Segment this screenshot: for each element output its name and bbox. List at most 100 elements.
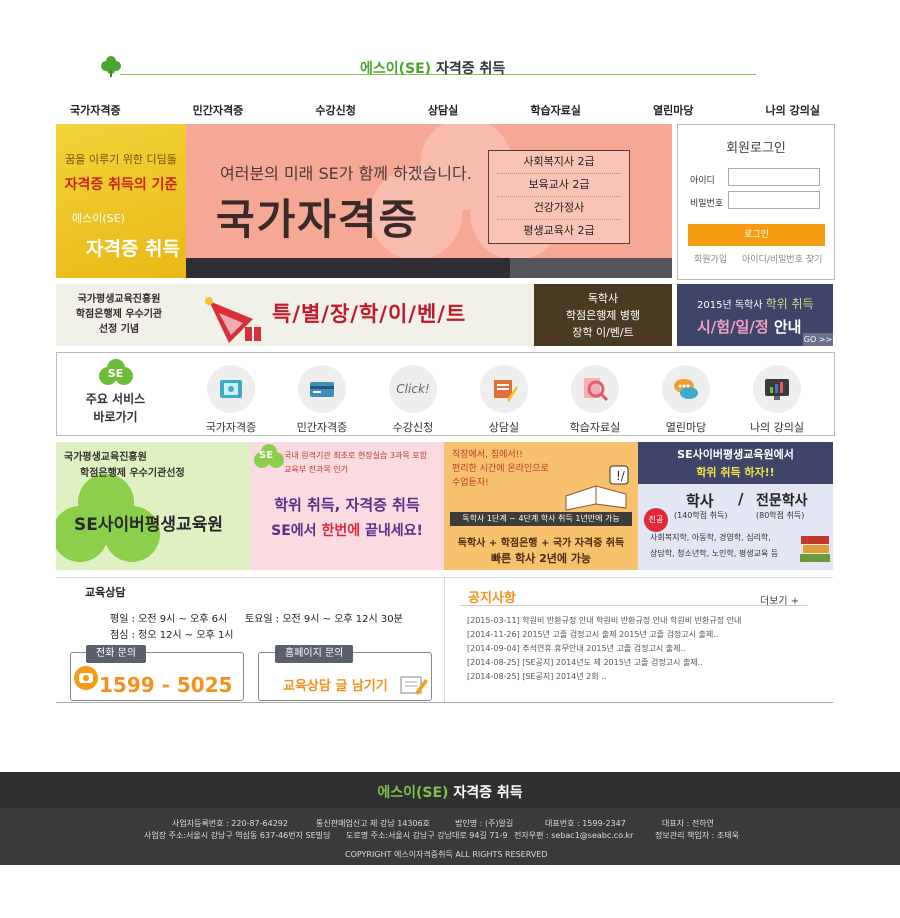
login-button[interactable]: 로그인 — [688, 224, 825, 246]
services-title-line1: 주요 서비스 — [85, 392, 146, 406]
cyber-banner-line1: 국가평생교육진흥원 — [64, 452, 147, 463]
cyber-institute-banner[interactable]: 국가평생교육진흥원 학점은행제 우수기관선정 SE사이버평생교육원 — [56, 442, 250, 570]
service-label: 민간자격증 — [296, 421, 348, 434]
card-icon — [298, 365, 346, 413]
service-forum[interactable]: 열린마당 — [646, 365, 726, 435]
find-account-link[interactable]: 아이디/비밀번호 찾기 — [742, 252, 822, 265]
self-study-handwriting: 직장에서, 집에서!! 편리한 시간에 온라인으로 수업듣자! — [452, 448, 549, 490]
nav-item-my-classroom[interactable]: 나의 강의실 — [752, 102, 834, 118]
section-divider — [56, 702, 833, 703]
brand-suffix: 자격증 취득 — [435, 61, 506, 77]
exam-banner-line1: 2015년 독학사 학위 취득 — [697, 295, 814, 312]
service-national-cert[interactable]: 국가자격증 — [191, 365, 271, 435]
hero-slide-tab[interactable] — [510, 258, 672, 278]
hero-cert-item[interactable]: 건강가정사 — [497, 197, 621, 220]
footer-brand-suffix: 자격증 취득 — [453, 785, 523, 801]
footer-brand: 에스이(SE) 자격증 취득 — [0, 782, 900, 802]
service-private-cert[interactable]: 민간자격증 — [282, 365, 362, 435]
major-banner-top1: SE사이버평생교육원에서 — [677, 448, 794, 461]
promo-event-title: 특/별/장/학/이/벤/트 — [272, 302, 467, 326]
form-write-icon — [400, 676, 428, 695]
hero-slide-tab[interactable] — [186, 258, 348, 278]
svg-text:!/: !/ — [616, 469, 626, 483]
chart-monitor-icon — [753, 365, 801, 413]
footer-privacy-officer: 정보관리 책임자 : 조태욱 — [655, 831, 739, 840]
self-study-title1: 독학사 + 학점은행 + 국가 자격증 취득 — [457, 538, 625, 549]
service-my-classroom[interactable]: 나의 강의실 — [737, 365, 817, 435]
brand-title[interactable]: 에스이(SE) 자격증 취득 — [360, 58, 505, 78]
degree-banner-line1: 국내 원격기관 최초로 현장실습 3과목 포함 — [284, 451, 427, 460]
notice-item[interactable]: [2015-03-11] 학원비 반환규정 안내 학원비 반환규정 안내 학원비… — [467, 614, 807, 628]
nav-item-enroll[interactable]: 수강신청 — [301, 102, 369, 118]
notice-item[interactable]: [2014-08-25] [SE공지] 2014년도 제 2015년 고졸 검정… — [467, 656, 807, 670]
footer-mail-order: 통신판매업신고 제 강남 14306호 — [316, 819, 431, 828]
major-badge: 전공 — [644, 508, 668, 532]
book-icon — [207, 365, 255, 413]
service-counsel[interactable]: 상담실 — [464, 365, 544, 435]
notice-underline — [460, 605, 808, 606]
service-label: 학습자료실 — [569, 421, 621, 434]
footer-tel: 대표번호 : 1599-2347 — [545, 819, 626, 828]
web-inquiry-tag: 홈페이지 문의 — [275, 645, 354, 663]
go-button[interactable]: GO >> — [803, 333, 833, 346]
hero-cert-item[interactable]: 보육교사 2급 — [497, 174, 621, 197]
nav-item-forum[interactable]: 열린마당 — [639, 102, 707, 118]
service-enroll[interactable]: Click! 수강신청 — [373, 365, 453, 435]
nav-item-private[interactable]: 민간자격증 — [179, 102, 258, 118]
degree-cert-banner[interactable]: SE 국내 원격기관 최초로 현장실습 3과목 포함 교육부 전과목 인가 학위… — [250, 442, 444, 570]
books-stack-icon — [800, 536, 830, 562]
self-study-banner[interactable]: 직장에서, 집에서!! 편리한 시간에 온라인으로 수업듣자! !/ 독학사 1… — [444, 442, 638, 570]
click-icon: Click! — [389, 365, 437, 413]
associate-label: 전문학사 — [756, 493, 808, 509]
notice-item[interactable]: [2014-09-04] 추석연휴 휴무안내 2015년 고졸 검정고시 출제.… — [467, 642, 807, 656]
major-banner-top2: 학위 취득 하자!! — [696, 466, 775, 479]
service-materials[interactable]: 학습자료실 — [555, 365, 635, 435]
scholarship-event-banner[interactable]: 국가평생교육진흥원 학점은행제 우수기관 선정 기념 특/별/장/학/이/벤/트… — [56, 284, 672, 346]
clover-logo-icon[interactable] — [100, 55, 122, 77]
open-book-icon: !/ — [565, 465, 629, 511]
nav-item-national[interactable]: 국가자격증 — [56, 102, 135, 118]
promo-left-line: 학점은행제 우수기관 — [75, 309, 163, 320]
column-divider — [444, 578, 445, 702]
cyber-banner-title: SE사이버평생교육원 — [74, 515, 223, 535]
degree-banner-badge: SE — [259, 450, 274, 461]
bachelor-credits: (140학점 취득) — [674, 511, 728, 520]
magnifier-icon — [571, 365, 619, 413]
service-label: 나의 강의실 — [749, 421, 805, 434]
join-link[interactable]: 회원가입 — [694, 252, 727, 265]
cyber-banner-line2: 학점은행제 우수기관선정 — [80, 468, 185, 479]
exam-banner-schedule: 시/험/일/정 — [697, 318, 769, 336]
nav-item-materials[interactable]: 학습자료실 — [516, 102, 595, 118]
password-label: 비밀번호 — [690, 199, 724, 209]
notice-item[interactable]: [2014-11-26] 2015년 고졸 검정고시 출제 2015년 고졸 검… — [467, 628, 807, 642]
self-study-hand-line: 편리한 시간에 온라인으로 — [452, 464, 549, 474]
consult-title: 교육상담 — [85, 586, 126, 599]
footer-ceo: 대표자 : 전하연 — [662, 819, 714, 828]
hero-side-banner[interactable]: 꿈을 이루기 위한 디딤돌 자격증 취득의 기준 에스이(SE) 자격증 취득 — [56, 124, 186, 278]
lunch-hours: 점심 : 정오 12시 ~ 오후 1시 — [110, 630, 234, 641]
web-inquiry-text: 교육상담 글 남기기 — [283, 679, 388, 694]
hero-slide-tabs — [186, 258, 672, 278]
degree-banner-title2: SE에서 한번에 끝내세요! — [250, 520, 444, 540]
degree-major-banner[interactable]: SE사이버평생교육원에서 학위 취득 하자!! 전공 학사 (140학점 취득)… — [638, 442, 833, 570]
promo-left-line: 선정 기념 — [98, 324, 140, 335]
degree-banner-line2: 교육부 전과목 인가 — [284, 465, 348, 474]
services-heading: SE 주요 서비스 바로가기 — [63, 359, 168, 425]
notice-item[interactable]: [2014-08-25] [SE공지] 2014년 2회 .. — [467, 670, 807, 684]
degree-banner-title1: 학위 취득, 자격증 취득 — [274, 496, 420, 514]
self-study-hand-line: 수업듣자! — [452, 478, 489, 488]
exam-schedule-banner[interactable]: 2015년 독학사 학위 취득 시/험/일/정 안내 GO >> — [677, 284, 833, 346]
hero-cert-item[interactable]: 사회복지사 2급 — [497, 151, 621, 174]
id-input[interactable] — [728, 168, 820, 186]
hero-title: 국가자격증 — [216, 195, 420, 244]
login-panel: 회원로그인 아이디 비밀번호 로그인 회원가입 아이디/비밀번호 찾기 — [677, 124, 835, 280]
hero-cert-list: 사회복지사 2급 보육교사 2급 건강가정사 평생교육사 2급 — [488, 150, 630, 244]
phone-number: 1599 - 5025 — [99, 673, 233, 697]
nav-item-counsel[interactable]: 상담실 — [414, 102, 472, 118]
hero-banner[interactable]: 여러분의 미래 SE가 함께 하겠습니다. 국가자격증 사회복지사 2급 보육교… — [186, 124, 672, 258]
quick-services-panel: SE 주요 서비스 바로가기 국가자격증 민간자격증 Click! 수강신청 상… — [56, 352, 835, 436]
service-label: 수강신청 — [392, 421, 434, 434]
hero-cert-item[interactable]: 평생교육사 2급 — [497, 220, 621, 242]
hero-slide-tab[interactable] — [348, 258, 510, 278]
password-input[interactable] — [728, 191, 820, 209]
